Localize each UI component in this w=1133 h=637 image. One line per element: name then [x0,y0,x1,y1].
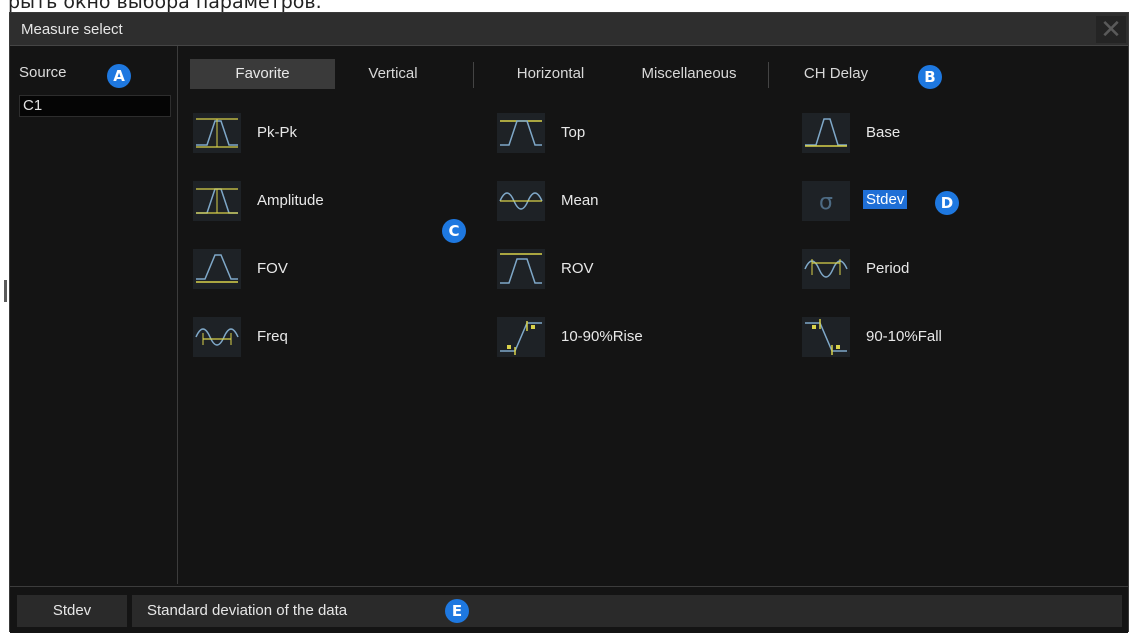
rov-icon [497,249,545,289]
measure-item-rise[interactable]: 10-90%Rise [497,317,757,357]
status-description: Standard deviation of the data [132,595,1122,627]
measure-label: Period [866,260,910,277]
status-measure-name: Stdev [17,595,127,627]
measure-label: Mean [561,192,599,209]
measure-label: FOV [257,260,288,277]
amplitude-icon [193,181,241,221]
svg-text:σ: σ [819,190,833,215]
fall-icon [802,317,850,357]
close-icon: ✕ [1100,14,1122,44]
source-panel: Source A C1 [10,46,178,584]
stdev-icon: σ [802,181,850,221]
measure-item-mean[interactable]: Mean [497,181,737,221]
measure-item-freq[interactable]: Freq [193,317,413,357]
source-item-c1[interactable]: C1 [19,95,171,117]
title-bar: Measure select ✕ [10,13,1128,46]
badge-b: B [918,65,942,89]
measure-label: 10-90%Rise [561,328,643,345]
tab-miscellaneous[interactable]: Miscellaneous [615,59,763,89]
measure-item-fov[interactable]: FOV [193,249,413,289]
base-icon [802,113,850,153]
rise-icon [497,317,545,357]
category-tabs: Favorite Vertical Horizontal Miscellaneo… [178,46,1128,102]
freq-icon [193,317,241,357]
period-icon [802,249,850,289]
top-icon [497,113,545,153]
tab-favorite[interactable]: Favorite [190,59,335,89]
measure-item-fall[interactable]: 90-10%Fall [802,317,1062,357]
measure-label: Base [866,124,901,141]
measure-label-selected: Stdev [863,190,908,209]
measure-item-rov[interactable]: ROV [497,249,737,289]
measure-item-stdev[interactable]: σ Stdev [802,181,1042,221]
mean-icon [497,181,545,221]
measure-label: Top [561,124,586,141]
measure-label: Pk-Pk [257,124,298,141]
measure-item-top[interactable]: Top [497,113,737,153]
badge-d: D [935,191,959,215]
measure-label: Amplitude [257,192,324,209]
badge-e: E [445,599,469,623]
tab-ch-delay[interactable]: CH Delay [785,59,887,89]
measure-label: 90-10%Fall [866,328,942,345]
measure-label: Freq [257,328,288,345]
source-label: Source [19,64,67,81]
measure-item-amplitude[interactable]: Amplitude [193,181,413,221]
measure-item-base[interactable]: Base [802,113,1042,153]
measure-select-dialog: Measure select ✕ Source A C1 Favorite Ve… [9,12,1129,633]
measure-item-pk-pk[interactable]: Pk-Pk [193,113,413,153]
edge-marker [4,280,7,302]
measure-label: ROV [561,260,594,277]
tab-divider [473,62,474,88]
tab-vertical[interactable]: Vertical [338,59,448,89]
status-bar: Stdev Standard deviation of the data E [10,586,1128,633]
dialog-title: Measure select [21,21,123,38]
measure-item-period[interactable]: Period [802,249,1042,289]
badge-c: C [442,219,466,243]
tab-horizontal[interactable]: Horizontal [488,59,613,89]
fov-icon [193,249,241,289]
close-button[interactable]: ✕ [1096,16,1126,43]
tab-divider [768,62,769,88]
pk-pk-icon [193,113,241,153]
badge-a: A [107,64,131,88]
status-description-text: Standard deviation of the data [147,602,348,619]
